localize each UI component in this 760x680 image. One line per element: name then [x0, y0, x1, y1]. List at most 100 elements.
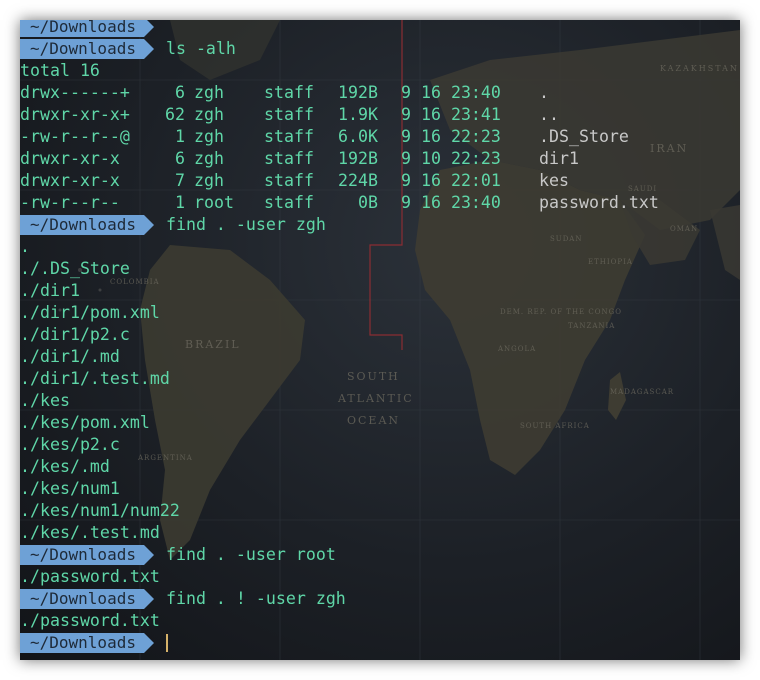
- prompt-directory-label: ~/Downloads: [20, 39, 144, 59]
- output-line: ./password.txt: [20, 610, 740, 632]
- ls-group: staff: [264, 149, 314, 168]
- prompt-line: ~/Downloads ls -alh: [20, 38, 740, 60]
- prompt-line: ~/Downloads find . ! -user zgh: [20, 588, 740, 610]
- output-line: ./dir1/.test.md: [20, 368, 740, 390]
- output-text: ./kes/pom.xml: [20, 413, 150, 432]
- ls-size: 224B: [338, 171, 378, 190]
- prompt-line: ~/Downloads: [20, 20, 740, 38]
- ls-size: 0B: [358, 193, 378, 212]
- prompt-line: ~/Downloads find . -user root: [20, 544, 740, 566]
- ls-row: -rw-r--r--@ 1 zgh staff 6.0K 9 16 22:23 .DS_St…: [20, 126, 740, 148]
- ls-group: staff: [264, 127, 314, 146]
- ls-filename: password.txt: [539, 193, 659, 212]
- output-line: ./password.txt: [20, 566, 740, 588]
- output-line: ./kes/num1: [20, 478, 740, 500]
- ls-owner: root: [194, 193, 234, 212]
- output-line: ./dir1/.md: [20, 346, 740, 368]
- output-line: ./kes/.test.md: [20, 522, 740, 544]
- command-text[interactable]: ls -alh: [166, 38, 236, 60]
- ls-owner: zgh: [194, 83, 224, 102]
- output-text: ./kes/.test.md: [20, 523, 160, 542]
- output-line: ./kes/num1/num22: [20, 500, 740, 522]
- output-text: ./dir1: [20, 281, 80, 300]
- prompt-arrow-icon: [143, 545, 154, 565]
- ls-owner: zgh: [194, 127, 224, 146]
- ls-size: 6.0K: [338, 127, 378, 146]
- ls-filename: .DS_Store: [539, 127, 629, 146]
- output-text: ./kes/.md: [20, 457, 110, 476]
- output-text: ./dir1/pom.xml: [20, 303, 160, 322]
- ls-row: -rw-r--r-- 1 root staff 0B 9 16 23:40 password…: [20, 192, 740, 214]
- command-text[interactable]: find . ! -user zgh: [166, 588, 346, 610]
- ls-date: 9 16 22:01: [401, 171, 501, 190]
- ls-row: drwxr-xr-x+ 62 zgh staff 1.9K 9 16 23:41..: [20, 104, 740, 126]
- prompt-segment: ~/Downloads: [20, 20, 154, 38]
- output-line: ./.DS_Store: [20, 258, 740, 280]
- ls-links: 6: [175, 83, 185, 102]
- output-text: .: [20, 237, 30, 256]
- output-text: ./.DS_Store: [20, 259, 130, 278]
- prompt-directory-label: ~/Downloads: [20, 20, 144, 37]
- prompt-arrow-icon: [143, 215, 154, 235]
- prompt-segment: ~/Downloads: [20, 632, 154, 654]
- ls-permissions: drwxr-xr-x: [20, 149, 120, 168]
- prompt-directory-label: ~/Downloads: [20, 633, 144, 653]
- output-text: ./dir1/.md: [20, 347, 120, 366]
- output-text: ./kes/p2.c: [20, 435, 120, 454]
- ls-group: staff: [264, 193, 314, 212]
- prompt-arrow-icon: [143, 39, 154, 59]
- ls-permissions: -rw-r--r--@: [20, 127, 130, 146]
- output-line: ./kes/p2.c: [20, 434, 740, 456]
- ls-links: 7: [175, 171, 185, 190]
- prompt-directory-label: ~/Downloads: [20, 215, 144, 235]
- prompt-directory-label: ~/Downloads: [20, 545, 144, 565]
- output-text: ./password.txt: [20, 567, 160, 586]
- output-text: ./kes: [20, 391, 70, 410]
- prompt-arrow-icon: [143, 20, 154, 37]
- output-text: ./password.txt: [20, 611, 160, 630]
- ls-permissions: -rw-r--r--: [20, 193, 120, 212]
- ls-filename: kes: [539, 171, 569, 190]
- ls-date: 9 16 22:23: [401, 127, 501, 146]
- output-line: ./kes/.md: [20, 456, 740, 478]
- ls-row: drwxr-xr-x 6 zgh staff 192B 9 10 22:23 dir1: [20, 148, 740, 170]
- prompt-arrow-icon: [143, 633, 154, 653]
- ls-links: 62: [165, 105, 185, 124]
- output-line: total 16: [20, 60, 740, 82]
- command-text[interactable]: find . -user zgh: [166, 214, 326, 236]
- prompt-arrow-icon: [143, 589, 154, 609]
- output-line: ./dir1/p2.c: [20, 324, 740, 346]
- text-cursor[interactable]: [165, 634, 168, 652]
- command-text[interactable]: find . -user root: [166, 544, 336, 566]
- output-text: ./kes/num1/num22: [20, 501, 180, 520]
- ls-links: 6: [175, 149, 185, 168]
- ls-permissions: drwx------+: [20, 83, 130, 102]
- ls-owner: zgh: [194, 149, 224, 168]
- prompt-line: ~/Downloads: [20, 632, 740, 654]
- terminal-window[interactable]: KAZAKHSTAN IRAN SUDAN ETHIOPIA BRAZIL SO…: [20, 20, 740, 660]
- ls-permissions: drwxr-xr-x: [20, 171, 120, 190]
- ls-date: 9 16 23:40: [401, 193, 501, 212]
- ls-group: staff: [264, 105, 314, 124]
- ls-row: drwxr-xr-x 7 zgh staff 224B 9 16 22:01 kes: [20, 170, 740, 192]
- output-text: ./kes/num1: [20, 479, 120, 498]
- terminal-output[interactable]: ~/Downloads ~/Downloads ls -alh total 16 drw…: [20, 20, 740, 654]
- output-text: ./dir1/p2.c: [20, 325, 130, 344]
- ls-size: 192B: [338, 83, 378, 102]
- output-line: ./dir1/pom.xml: [20, 302, 740, 324]
- prompt-segment: ~/Downloads: [20, 588, 154, 610]
- output-line: .: [20, 236, 740, 258]
- ls-links: 1: [175, 193, 185, 212]
- ls-size: 1.9K: [338, 105, 378, 124]
- ls-date: 9 16 23:41: [401, 105, 501, 124]
- ls-links: 1: [175, 127, 185, 146]
- output-line: ./dir1: [20, 280, 740, 302]
- ls-row: drwx------+ 6 zgh staff 192B 9 16 23:40.: [20, 82, 740, 104]
- output-line: ./kes: [20, 390, 740, 412]
- ls-date: 9 16 23:40: [401, 83, 501, 102]
- prompt-segment: ~/Downloads: [20, 38, 154, 60]
- prompt-segment: ~/Downloads: [20, 544, 154, 566]
- prompt-segment: ~/Downloads: [20, 214, 154, 236]
- ls-group: staff: [264, 83, 314, 102]
- ls-filename: dir1: [539, 149, 579, 168]
